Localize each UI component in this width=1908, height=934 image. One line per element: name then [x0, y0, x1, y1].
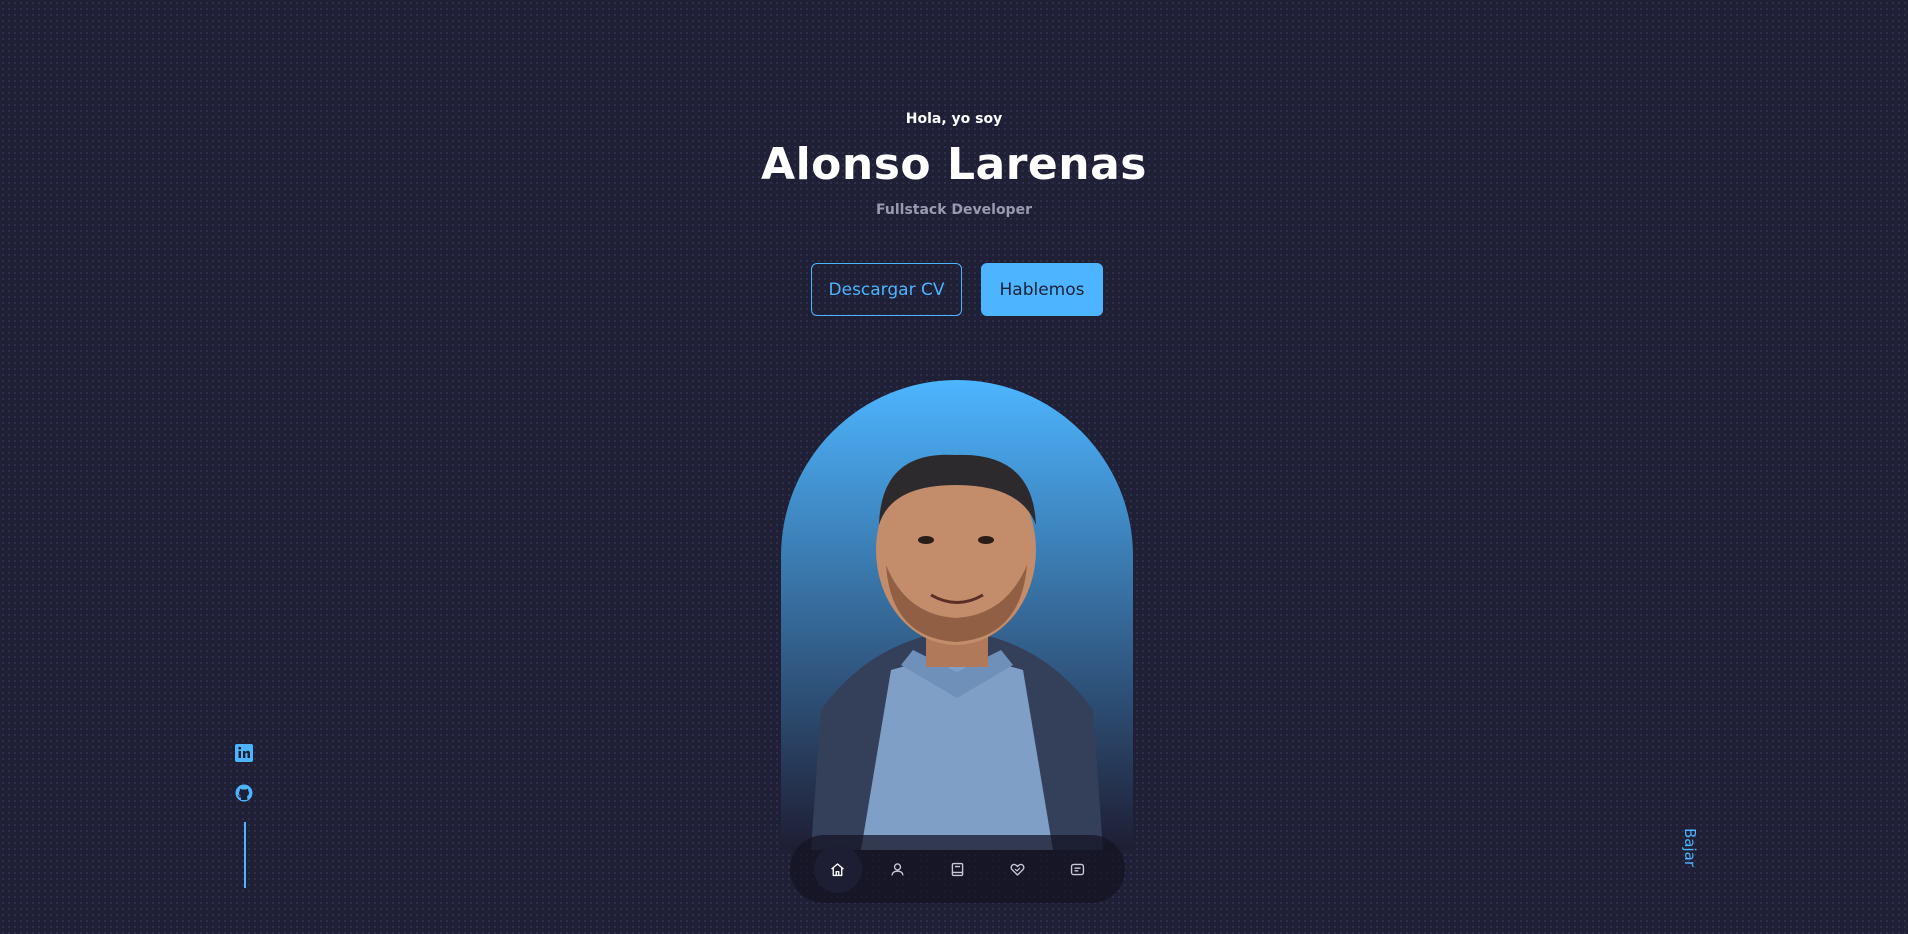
book-icon	[951, 862, 964, 876]
greeting-text: Hola, yo soy	[905, 111, 1003, 127]
message-icon	[1070, 863, 1085, 875]
nav-home[interactable]	[813, 845, 862, 893]
page-title: Alonso Larenas	[761, 139, 1147, 190]
download-cv-button[interactable]: Descargar CV	[811, 263, 962, 316]
github-icon[interactable]	[234, 783, 254, 803]
heart-icon	[1010, 863, 1025, 876]
nav-experience[interactable]	[934, 845, 982, 893]
portrait-frame	[781, 380, 1133, 850]
user-icon	[891, 862, 904, 876]
nav-contact[interactable]	[1054, 845, 1102, 893]
scroll-down-link[interactable]: Bajar	[1681, 828, 1699, 867]
social-links	[234, 743, 254, 823]
portrait-image	[811, 454, 1103, 850]
role-text: Fullstack Developer	[876, 202, 1032, 218]
social-divider-line	[244, 822, 246, 888]
home-icon	[831, 862, 844, 876]
talk-button[interactable]: Hablemos	[981, 263, 1103, 316]
bottom-nav	[790, 835, 1125, 903]
linkedin-icon[interactable]	[234, 743, 254, 763]
nav-services[interactable]	[994, 845, 1042, 893]
nav-about[interactable]	[874, 845, 922, 893]
